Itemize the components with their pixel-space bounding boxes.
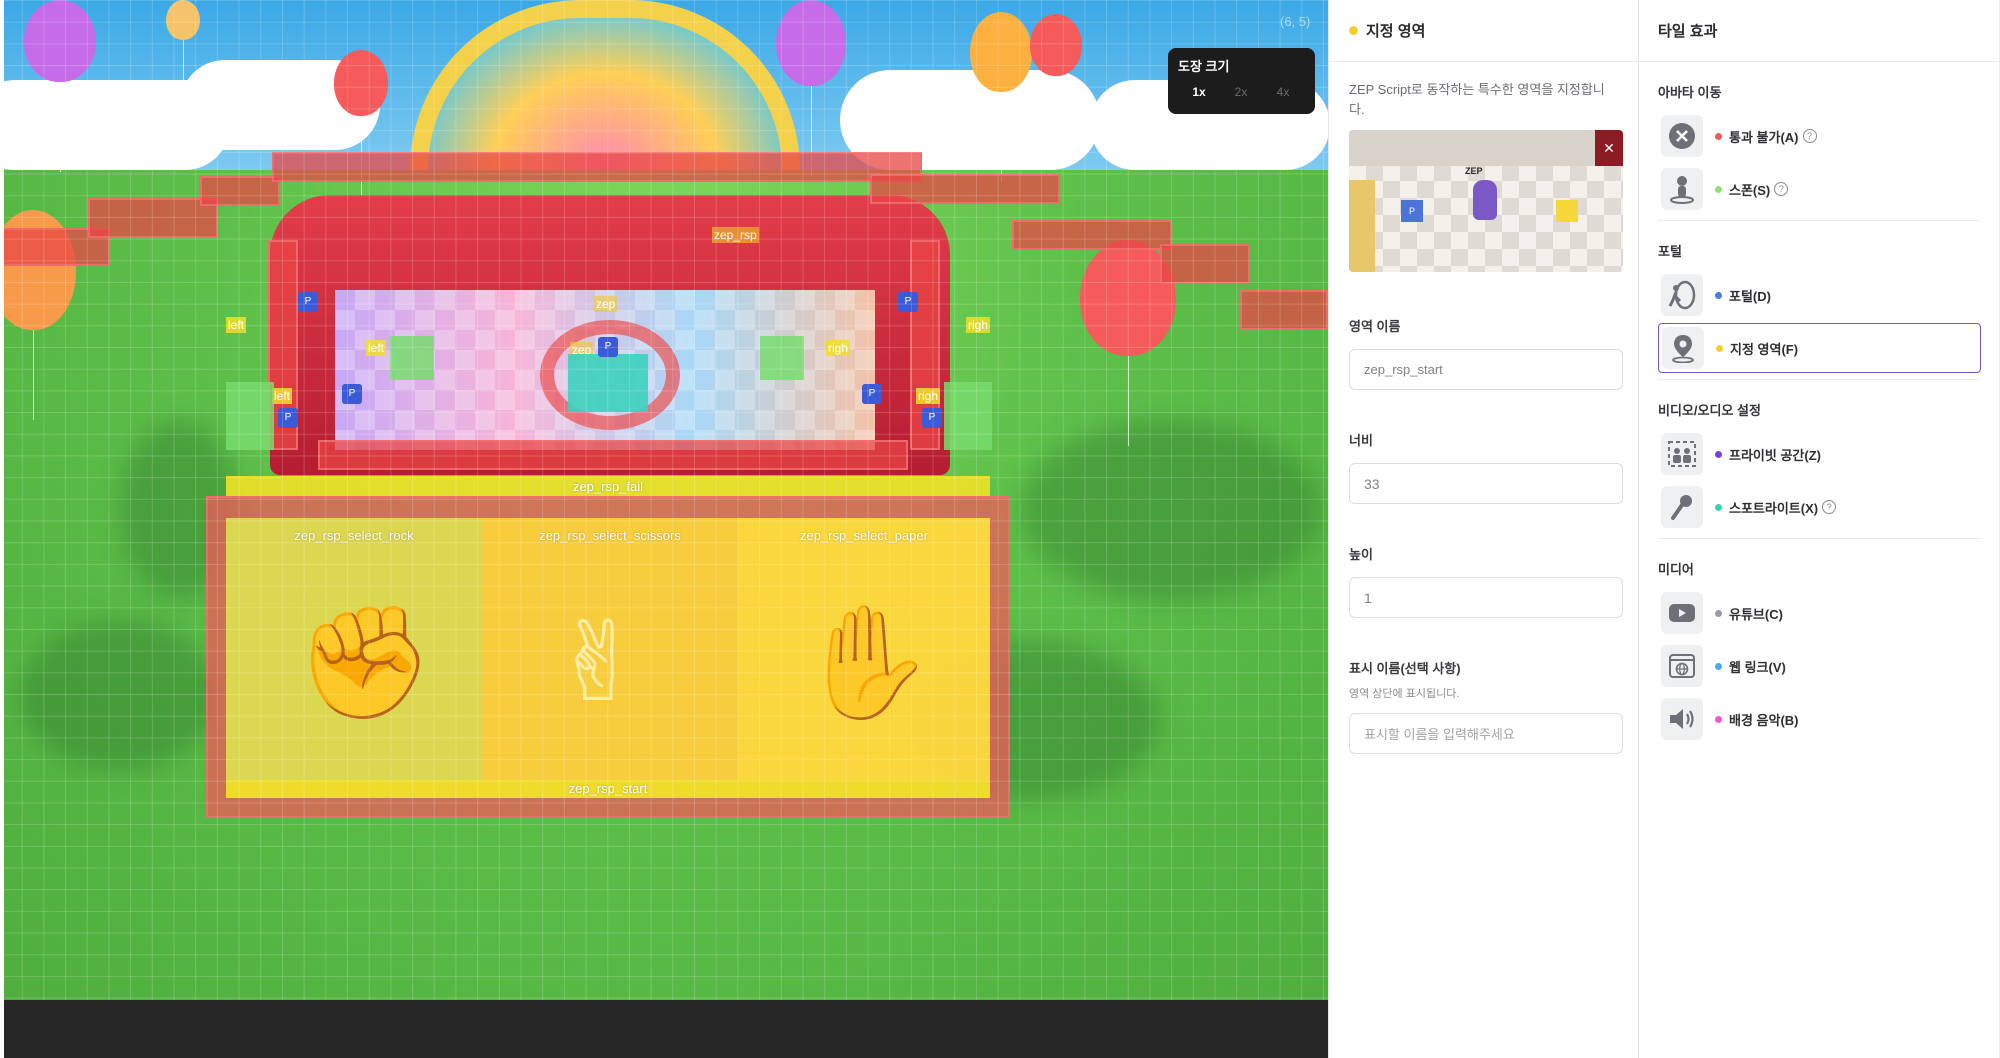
color-dot (1716, 344, 1723, 352)
spawn-icon (1661, 168, 1703, 210)
area-panel-header: 지정 영역 (1329, 0, 1638, 62)
youtube-icon (1661, 592, 1703, 634)
tile-label: 포털(D) (1729, 288, 1771, 304)
area-name-input[interactable]: zep_rsp_start (1349, 349, 1623, 390)
help-icon[interactable]: ? (1802, 129, 1817, 143)
color-dot (1715, 291, 1722, 299)
tile-designated-area[interactable]: 지정 영역(F) (1658, 323, 1981, 373)
area-preview-image: ✕ P ZEP (1349, 130, 1623, 272)
area-color-dot (1349, 26, 1358, 35)
color-dot (1715, 185, 1722, 193)
preview-shelf (1349, 180, 1375, 272)
section-title: 아바타 이동 (1658, 85, 1722, 100)
width-label: 너비 (1349, 433, 1373, 448)
section-divider (1658, 538, 1981, 539)
area-panel-title: 지정 영역 (1366, 23, 1426, 40)
area-settings-panel: 지정 영역 ZEP Script로 동작하는 특수한 영역을 지정합니다. ✕ … (1328, 0, 1639, 1058)
tile-label: 통과 불가(A) (1729, 129, 1799, 145)
section-divider (1658, 220, 1981, 221)
tile-label: 유튜브(C) (1729, 606, 1783, 622)
cursor-coordinate: (6, 5) (1280, 14, 1311, 29)
portal-icon (1661, 274, 1703, 316)
display-name-hint: 영역 상단에 표시됩니다. (1349, 688, 1460, 700)
tile-label: 웹 링크(V) (1729, 659, 1786, 675)
tile-grid (0, 0, 1328, 1000)
speaker-icon (1661, 698, 1703, 740)
tile-impassable[interactable]: 통과 불가(A) ? (1658, 111, 1981, 161)
stamp-size-1x[interactable]: 1x (1178, 85, 1220, 99)
tile-label: 프라이빗 공간(Z) (1729, 447, 1821, 463)
preview-wall (1349, 130, 1623, 166)
stamp-size-2x[interactable]: 2x (1220, 85, 1262, 99)
display-name-label: 표시 이름(선택 사항) (1349, 661, 1461, 676)
preview-avatar (1473, 180, 1497, 220)
section-divider (1658, 379, 1981, 380)
color-dot (1715, 715, 1722, 723)
canvas-bottom-bar (0, 1000, 1328, 1058)
preview-avatar-tag: ZEP (1465, 166, 1483, 176)
tile-private-space[interactable]: 프라이빗 공간(Z) (1658, 429, 1981, 479)
area-name-label: 영역 이름 (1349, 319, 1401, 334)
microphone-icon (1661, 486, 1703, 528)
color-dot (1715, 662, 1722, 670)
section-title: 미디어 (1658, 562, 1694, 577)
tile-portal[interactable]: 포털(D) (1658, 270, 1981, 320)
location-pin-icon (1662, 327, 1704, 369)
tile-youtube[interactable]: 유튜브(C) (1658, 588, 1981, 638)
tile-label: 스폰(S) (1729, 182, 1771, 198)
stamp-size-options: 1x 2x 4x (1178, 85, 1305, 99)
color-dot (1715, 450, 1722, 458)
section-video-audio: 비디오/오디오 설정 프라이빗 공간(Z) 스포트라이트(X) ? (1639, 400, 2000, 532)
area-description: ZEP Script로 동작하는 특수한 영역을 지정합니다. (1349, 82, 1605, 117)
section-title: 비디오/오디오 설정 (1658, 403, 1761, 418)
help-icon[interactable]: ? (1774, 182, 1789, 196)
tile-spawn[interactable]: 스폰(S) ? (1658, 164, 1981, 214)
close-icon: ✕ (1595, 130, 1623, 166)
tile-background-music[interactable]: 배경 음악(B) (1658, 694, 1981, 744)
width-input[interactable]: 33 (1349, 463, 1623, 504)
tile-label: 지정 영역(F) (1730, 341, 1799, 357)
height-label: 높이 (1349, 547, 1373, 562)
stamp-size-4x[interactable]: 4x (1262, 85, 1304, 99)
tile-panel-header: 타일 효과 (1639, 0, 2000, 62)
height-input[interactable]: 1 (1349, 577, 1623, 618)
tile-web-link[interactable]: 웹 링크(V) (1658, 641, 1981, 691)
help-icon[interactable]: ? (1822, 500, 1837, 514)
section-title: 포털 (1658, 244, 1682, 259)
private-space-icon (1661, 433, 1703, 475)
tile-panel-title: 타일 효과 (1658, 23, 1718, 40)
stamp-size-title: 도장 크기 (1178, 59, 1230, 74)
display-name-input[interactable]: 표시할 이름을 입력해주세요 (1349, 713, 1623, 754)
block-icon (1661, 115, 1703, 157)
canvas-left-edge (0, 0, 4, 1058)
color-dot (1715, 132, 1722, 140)
section-avatar-movement: 아바타 이동 통과 불가(A) ? 스폰(S) ? (1639, 82, 2000, 214)
web-link-icon (1661, 645, 1703, 687)
stamp-size-popup: 도장 크기 1x 2x 4x (1168, 48, 1315, 114)
map-canvas[interactable]: left left left righ righ righ zep_rsp ze… (0, 0, 1328, 1058)
tile-label: 배경 음악(B) (1729, 712, 1799, 728)
tile-spotlight[interactable]: 스포트라이트(X) ? (1658, 482, 1981, 532)
color-dot (1715, 609, 1722, 617)
preview-area-tile (1556, 200, 1578, 222)
color-dot (1715, 503, 1722, 511)
preview-portal-tile: P (1401, 200, 1423, 222)
section-portal: 포털 포털(D) 지정 영역(F) (1639, 241, 2000, 373)
section-media: 미디어 유튜브(C) 웹 링크(V) 배경 음악(B) (1639, 559, 2000, 744)
tile-effect-panel: 타일 효과 아바타 이동 통과 불가(A) ? 스폰(S) ? 포털 포털(D)… (1639, 0, 2000, 1058)
tile-label: 스포트라이트(X) (1729, 500, 1819, 516)
